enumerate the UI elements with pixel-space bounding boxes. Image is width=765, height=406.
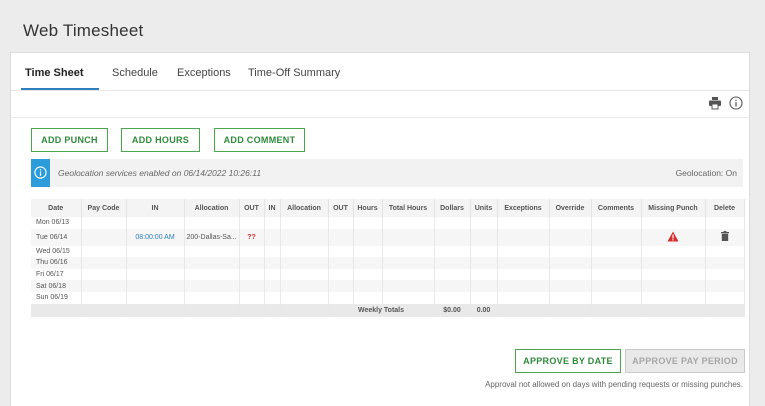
col-dollars[interactable]: Dollars xyxy=(434,199,471,217)
weekly-totals-dollars: $0.00 xyxy=(434,303,471,317)
col-comments[interactable]: Comments xyxy=(591,199,642,217)
col-pay-code[interactable]: Pay Code xyxy=(81,199,127,217)
missing-out-marker[interactable]: ?? xyxy=(239,228,265,246)
missing-punch-cell xyxy=(641,228,706,246)
row-date: Sun 06/19 xyxy=(31,291,82,304)
row-date: Tue 06/14 xyxy=(31,228,82,246)
tab-schedule[interactable]: Schedule xyxy=(112,67,158,79)
row-date: Sat 06/18 xyxy=(31,280,82,292)
table-row[interactable]: Thu 06/16 xyxy=(31,257,745,269)
table-row[interactable]: Wed 06/15 xyxy=(31,245,745,258)
col-in-2[interactable]: IN xyxy=(264,199,281,217)
info-icon[interactable] xyxy=(729,96,743,110)
col-date[interactable]: Date xyxy=(31,199,82,217)
delete-cell xyxy=(705,228,745,246)
add-hours-button[interactable]: ADD HOURS xyxy=(121,128,200,152)
trash-icon[interactable] xyxy=(720,231,729,242)
geolocation-message: Geolocation services enabled on 06/14/20… xyxy=(58,168,262,178)
toolbar-divider xyxy=(11,117,749,118)
col-hours[interactable]: Hours xyxy=(353,199,383,217)
add-punch-button[interactable]: ADD PUNCH xyxy=(31,128,108,152)
tab-exceptions[interactable]: Exceptions xyxy=(177,67,231,79)
page-title: Web Timesheet xyxy=(23,21,144,40)
add-comment-button[interactable]: ADD COMMENT xyxy=(214,128,305,152)
col-allocation-2[interactable]: Allocation xyxy=(280,199,329,217)
approval-note: Approval not allowed on days with pendin… xyxy=(485,380,743,389)
col-missing-punch[interactable]: Missing Punch xyxy=(641,199,706,217)
timesheet-grid: Date Pay Code IN Allocation OUT IN Alloc… xyxy=(31,199,745,317)
tab-time-sheet[interactable]: Time Sheet xyxy=(25,67,84,79)
col-total-hours[interactable]: Total Hours xyxy=(382,199,435,217)
col-override[interactable]: Override xyxy=(549,199,592,217)
geolocation-info-badge xyxy=(31,159,50,187)
col-delete[interactable]: Delete xyxy=(705,199,745,217)
row-date: Fri 06/17 xyxy=(31,268,82,281)
in-punch-time[interactable]: 08:00:00 AM xyxy=(126,228,185,246)
col-out-2[interactable]: OUT xyxy=(328,199,354,217)
weekly-totals-row: Weekly Totals $0.00 0.00 xyxy=(31,303,745,317)
tab-bar: Time Sheet Schedule Exceptions Time-Off … xyxy=(11,53,749,91)
row-date: Wed 06/15 xyxy=(31,245,82,258)
table-row[interactable]: Mon 06/13 xyxy=(31,217,745,229)
timesheet-card: Time Sheet Schedule Exceptions Time-Off … xyxy=(10,52,750,406)
table-row[interactable]: Tue 06/14 08:00:00 AM 200-Dallas-Sa... ?… xyxy=(31,228,745,246)
geolocation-status: Geolocation: On xyxy=(675,168,737,178)
approve-pay-period-button: APPROVE PAY PERIOD xyxy=(625,349,745,373)
weekly-totals-label: Weekly Totals xyxy=(328,303,435,317)
weekly-totals-units: 0.00 xyxy=(470,303,498,317)
col-in[interactable]: IN xyxy=(126,199,185,217)
row-date: Mon 06/13 xyxy=(31,217,82,229)
tab-time-off-summary[interactable]: Time-Off Summary xyxy=(248,67,340,79)
allocation-cell[interactable]: 200-Dallas-Sa... xyxy=(184,228,240,246)
printer-icon[interactable] xyxy=(708,96,722,110)
row-date: Thu 06/16 xyxy=(31,257,82,269)
warning-icon xyxy=(667,231,679,242)
approve-by-date-button[interactable]: APPROVE BY DATE xyxy=(515,349,621,373)
col-exceptions[interactable]: Exceptions xyxy=(497,199,550,217)
table-row[interactable]: Sat 06/18 xyxy=(31,280,745,292)
geolocation-banner: Geolocation services enabled on 06/14/20… xyxy=(31,159,743,187)
table-row[interactable]: Fri 06/17 xyxy=(31,268,745,281)
active-tab-indicator xyxy=(21,88,99,90)
table-row[interactable]: Sun 06/19 xyxy=(31,291,745,304)
col-allocation[interactable]: Allocation xyxy=(184,199,240,217)
info-circle-icon xyxy=(34,166,47,179)
col-units[interactable]: Units xyxy=(470,199,498,217)
grid-header-row: Date Pay Code IN Allocation OUT IN Alloc… xyxy=(31,199,745,217)
col-out[interactable]: OUT xyxy=(239,199,265,217)
